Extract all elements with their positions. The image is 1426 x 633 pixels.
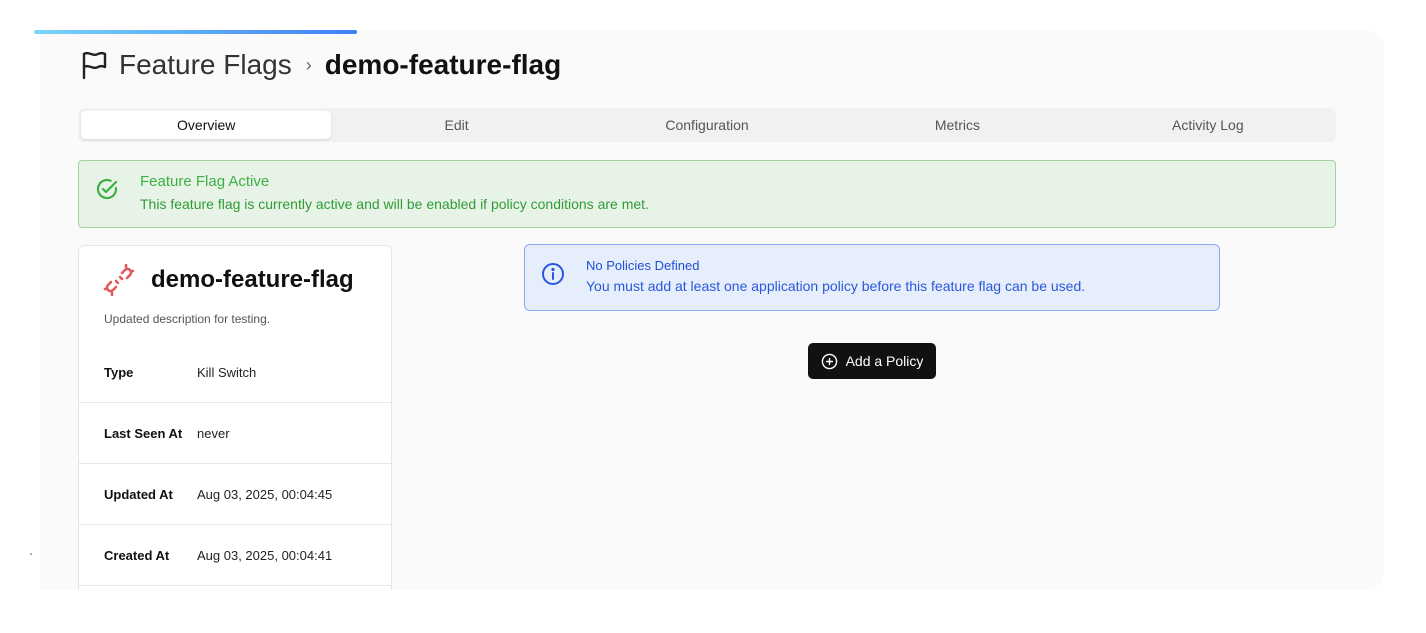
tab-activity-log[interactable]: Activity Log <box>1083 111 1333 139</box>
detail-row-updated-at: Updated At Aug 03, 2025, 00:04:45 <box>79 464 391 525</box>
tab-metrics[interactable]: Metrics <box>832 111 1082 139</box>
policy-alert: No Policies Defined You must add at leas… <box>524 244 1220 311</box>
info-circle-icon <box>541 262 565 286</box>
add-policy-button[interactable]: Add a Policy <box>808 343 936 379</box>
flag-details-list: Type Kill Switch Last Seen At never Upda… <box>79 342 391 586</box>
tab-overview[interactable]: Overview <box>81 111 332 139</box>
loading-progress-bar <box>34 30 357 34</box>
detail-value: never <box>197 425 230 441</box>
flag-name: demo-feature-flag <box>151 266 354 293</box>
status-alert: Feature Flag Active This feature flag is… <box>78 160 1336 228</box>
breadcrumb: Feature Flags › demo-feature-flag <box>80 48 561 82</box>
page-title: demo-feature-flag <box>324 49 562 80</box>
decorative-dot <box>30 553 32 555</box>
policy-alert-title: No Policies Defined <box>586 258 700 273</box>
flag-card-header: demo-feature-flag <box>103 263 354 297</box>
tab-bar: Overview Edit Configuration Metrics Acti… <box>78 108 1336 142</box>
detail-row-created-at: Created At Aug 03, 2025, 00:04:41 <box>79 525 391 586</box>
detail-label: Last Seen At <box>104 425 183 441</box>
breadcrumb-parent-link[interactable]: Feature Flags <box>119 49 292 81</box>
tab-edit[interactable]: Edit <box>331 111 581 139</box>
detail-row-type: Type Kill Switch <box>79 342 391 403</box>
detail-label: Type <box>104 364 134 380</box>
detail-label: Created At <box>104 547 170 563</box>
unlink-icon <box>103 263 135 297</box>
status-alert-description: This feature flag is currently active an… <box>140 196 649 212</box>
flag-icon <box>80 50 108 80</box>
status-alert-title: Feature Flag Active <box>140 173 270 190</box>
plus-circle-icon <box>821 353 838 370</box>
breadcrumb-separator: › <box>305 54 312 75</box>
detail-row-last-seen: Last Seen At never <box>79 403 391 464</box>
detail-value: Aug 03, 2025, 00:04:41 <box>197 547 333 563</box>
detail-value: Kill Switch <box>197 364 257 380</box>
policy-alert-description: You must add at least one application po… <box>586 278 1086 294</box>
check-circle-icon <box>95 177 119 201</box>
flag-details-card: demo-feature-flag Updated description fo… <box>78 245 392 590</box>
detail-value: Aug 03, 2025, 00:04:45 <box>197 486 333 502</box>
main-panel: Feature Flags › demo-feature-flag Overvi… <box>40 30 1384 590</box>
add-policy-label: Add a Policy <box>845 353 924 369</box>
tab-configuration[interactable]: Configuration <box>582 111 832 139</box>
detail-label: Updated At <box>104 486 173 502</box>
flag-description: Updated description for testing. <box>104 312 271 326</box>
